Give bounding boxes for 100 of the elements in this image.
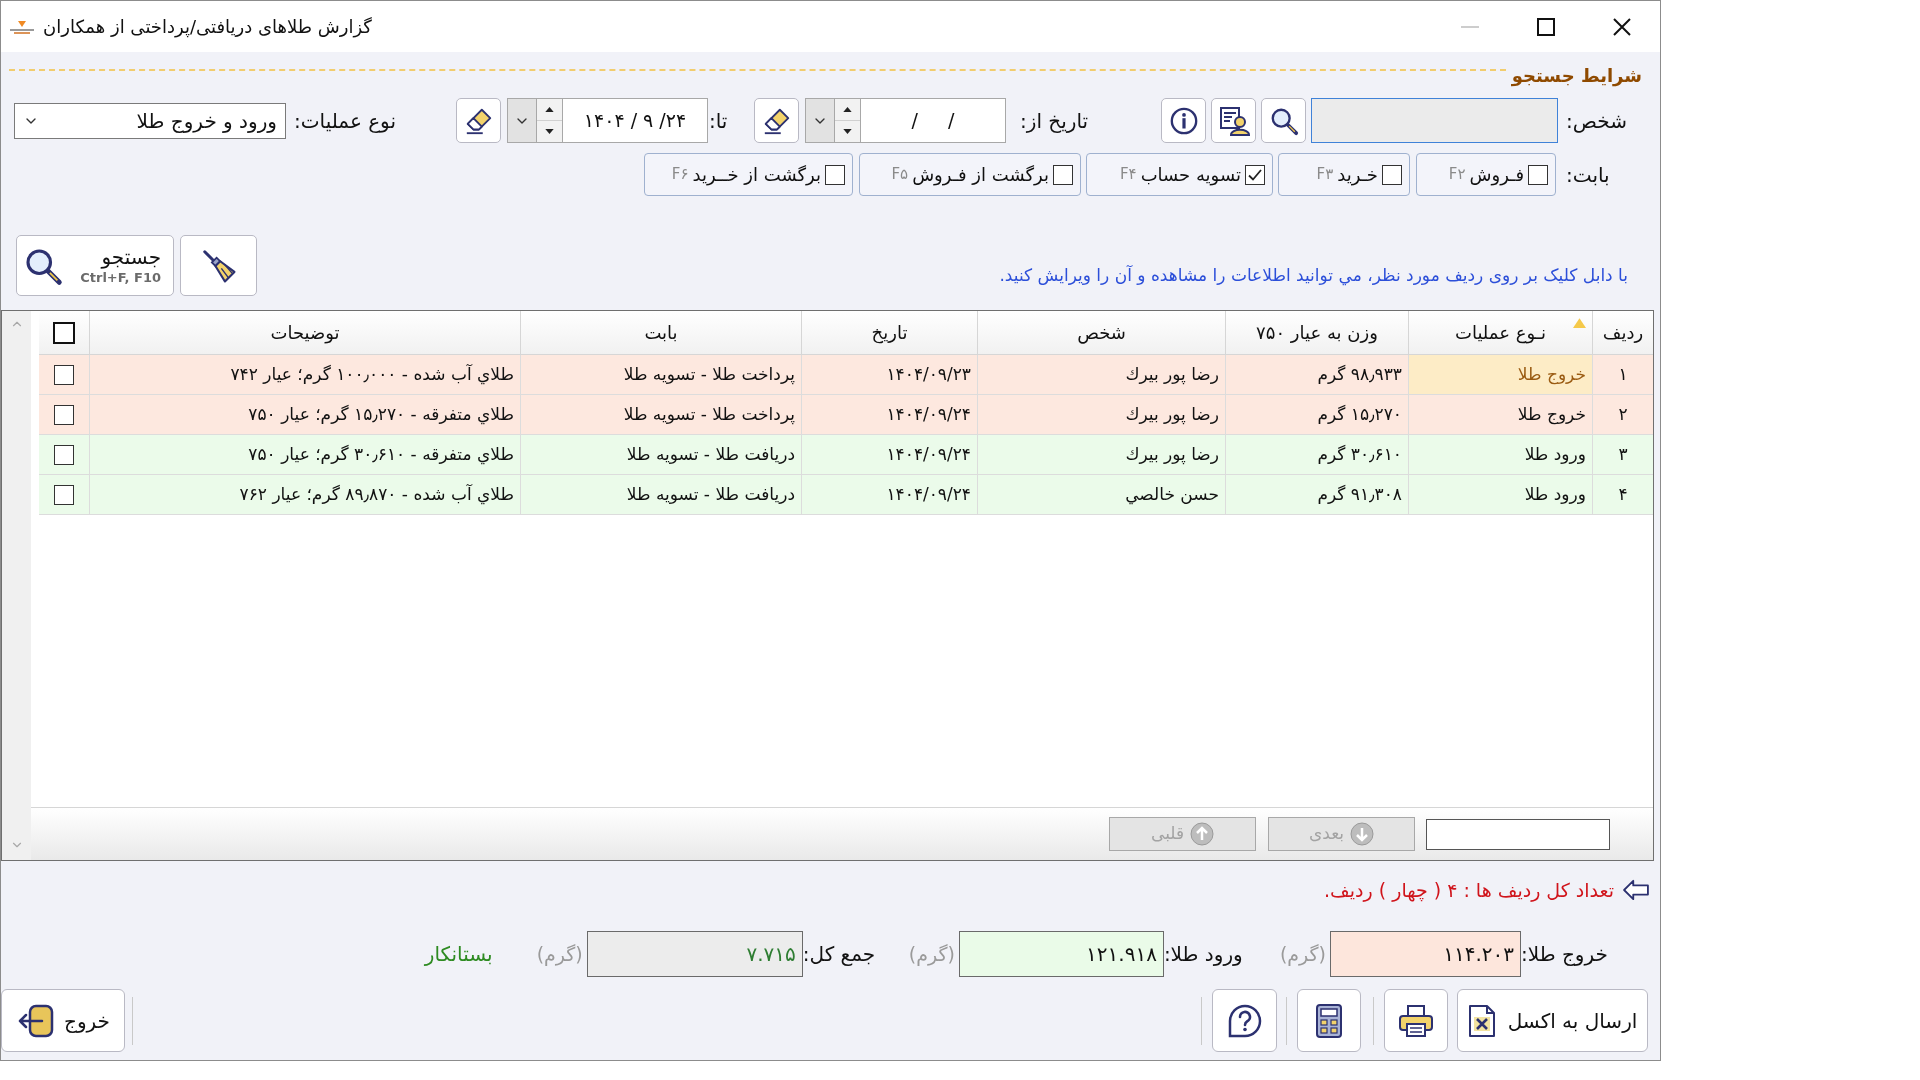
print-button[interactable]: [1384, 989, 1448, 1052]
arrow-down-icon: [843, 129, 852, 134]
field-label: تاریخ از:: [1020, 107, 1089, 135]
table-cell: ۴: [1592, 475, 1653, 515]
info-icon: [1168, 105, 1199, 136]
contact-card-button[interactable]: [1211, 98, 1256, 143]
clear-filters-button[interactable]: [180, 235, 257, 296]
checkbox[interactable]: [825, 164, 845, 185]
table-cell: طلاي آب شده - ۱۰۰٫۰۰۰ گرم؛ عیار ۷۴۲: [89, 355, 520, 395]
column-header[interactable]: بابت: [520, 311, 801, 355]
column-header[interactable]: ردیف: [1592, 311, 1653, 355]
date-field[interactable]: ۱۴۰۴ / ۹ /۲۴: [562, 98, 708, 143]
calculator-icon: [1315, 1002, 1343, 1039]
table-cell: خروج طلا: [1408, 355, 1592, 395]
table-cell: ۲: [1592, 395, 1653, 435]
table-cell: ۱۴۰۴/۰۹/۲۳: [801, 355, 977, 395]
table-cell: پرداخت طلا - تسویه طلا: [520, 395, 801, 435]
category-toggle[interactable]: برگشت از فـروش F۵: [859, 153, 1081, 196]
checkbox[interactable]: [54, 444, 74, 465]
table-cell: ۹۸٫۹۳۳ گرم: [1225, 355, 1408, 395]
table-cell: ۱: [1592, 355, 1653, 395]
column-header[interactable]: نـوع عملیات: [1408, 311, 1592, 355]
info-button[interactable]: [1161, 98, 1206, 143]
arrow-up-icon: [843, 107, 852, 112]
check-icon: [1248, 168, 1262, 181]
table-cell: ۱۴۰۴/۰۹/۲۴: [801, 435, 977, 475]
checkbox[interactable]: [54, 364, 74, 385]
table-cell: دریافت طلا - تسویه طلا: [520, 435, 801, 475]
column-header[interactable]: توضیحات: [89, 311, 520, 355]
spin-up-button[interactable]: [537, 98, 562, 121]
column-header[interactable]: شخص: [977, 311, 1225, 355]
table-cell: ورود طلا: [1408, 435, 1592, 475]
checkbox[interactable]: [1382, 164, 1402, 185]
help-button[interactable]: [1212, 989, 1277, 1052]
exit-button[interactable]: خروج: [1, 989, 125, 1052]
table-cell: پرداخت طلا - تسویه طلا: [520, 355, 801, 395]
spin-up-button[interactable]: [835, 98, 860, 121]
page-field[interactable]: [1426, 818, 1610, 850]
checkbox[interactable]: [53, 321, 75, 344]
calculator-button[interactable]: [1297, 989, 1361, 1052]
table-cell: دریافت طلا - تسویه طلا: [520, 475, 801, 515]
operation-type-dropdown[interactable]: ورود و خروج طلا: [14, 102, 286, 139]
total-label: ورود طلا:: [1163, 941, 1243, 968]
field-label: بابت:: [1566, 161, 1610, 189]
total-label: جمع کل:: [802, 941, 876, 968]
checkbox[interactable]: [54, 484, 74, 505]
checkbox[interactable]: [54, 404, 74, 425]
arrow-up-circle-icon: [1190, 822, 1215, 846]
exit-icon: [16, 1003, 56, 1038]
unit-label: (گرم): [1279, 941, 1326, 968]
table-cell: رضا پور بیرك: [977, 395, 1225, 435]
window-title: گزارش طلاهای دریافتی/پرداختی از همکاران: [43, 15, 372, 40]
sort-icon: [1573, 318, 1586, 328]
category-toggle[interactable]: برگشت از خــرید F۶: [644, 153, 853, 196]
table-cell: ۱۴۰۴/۰۹/۲۴: [801, 395, 977, 435]
category-toggle[interactable]: تسویه حساب F۴: [1086, 153, 1273, 196]
total-label: خروج طلا:: [1521, 941, 1608, 968]
date-field[interactable]: / /: [860, 98, 1006, 143]
table-cell: طلاي متفرقه - ۱۵٫۲۷۰ گرم؛ عیار ۷۵۰: [89, 395, 520, 435]
spin-down-button[interactable]: [835, 121, 860, 143]
checkbox[interactable]: [1053, 164, 1073, 185]
checkbox[interactable]: [1245, 164, 1265, 185]
table-cell: ۳۰٫۶۱۰ گرم: [1225, 435, 1408, 475]
category-toggle[interactable]: فـروش F۲: [1416, 153, 1556, 196]
section-title: شرایط جستجو: [1511, 63, 1642, 89]
app-logo-icon: [9, 19, 35, 34]
balance-status: بستانکار: [424, 941, 493, 968]
clear-date-button[interactable]: [754, 98, 799, 143]
total-value-field: ۱۲۱.۹۱۸: [958, 931, 1164, 977]
clear-date-button[interactable]: [456, 98, 501, 143]
search-button[interactable]: [1261, 98, 1306, 143]
contact-card-icon: [1217, 104, 1250, 137]
spreadsheet-icon: [1467, 1003, 1496, 1038]
table-cell: حسن خالصي: [977, 475, 1225, 515]
help-icon: [1227, 1003, 1262, 1038]
category-toggle[interactable]: خـرید F۳: [1278, 153, 1410, 196]
arrow-up-icon: [545, 107, 554, 112]
total-value-field: ۱۱۴.۲۰۳: [1330, 931, 1521, 977]
arrow-down-icon: [545, 129, 554, 134]
table-cell: طلاي متفرقه - ۳۰٫۶۱۰ گرم؛ عیار ۷۵۰: [89, 435, 520, 475]
table-cell: ۱۵٫۲۷۰ گرم: [1225, 395, 1408, 435]
arrow-down-circle-icon: [1350, 822, 1375, 846]
total-value-field: ۷.۷۱۵: [586, 931, 803, 977]
table-cell: رضا پور بیرك: [977, 435, 1225, 475]
unit-label: (گرم): [908, 941, 955, 968]
hint-text: با دابل کلیک بر روی ردیف مورد نظر، مي توانيد اطلاعات را مشاهده و آن را ویرایش کنید.: [999, 263, 1628, 288]
table-cell: طلاي آب شده - ۸۹٫۸۷۰ گرم؛ عیار ۷۶۲: [89, 475, 520, 515]
column-header[interactable]: تاریخ: [801, 311, 977, 355]
field-label: شخص:: [1566, 107, 1627, 135]
checkbox[interactable]: [1528, 164, 1548, 185]
field-label: تا:: [709, 107, 728, 135]
spin-down-button[interactable]: [537, 121, 562, 143]
table-cell: خروج طلا: [1408, 395, 1592, 435]
printer-icon: [1398, 1003, 1434, 1038]
column-header[interactable]: وزن به عیار ۷۵۰: [1225, 311, 1408, 355]
person-field[interactable]: [1311, 98, 1558, 143]
table-cell: رضا پور بیرك: [977, 355, 1225, 395]
table-cell: ورود طلا: [1408, 475, 1592, 515]
export-button[interactable]: ارسال به اکسل: [1457, 989, 1648, 1052]
table-cell: ۱۴۰۴/۰۹/۲۴: [801, 475, 977, 515]
